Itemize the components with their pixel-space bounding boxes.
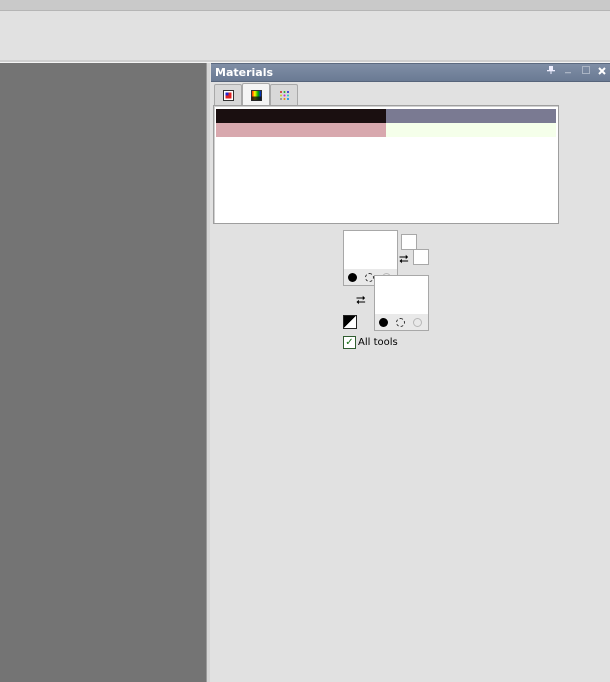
tab-swatches[interactable]: [270, 84, 298, 105]
rainbow-icon: [250, 89, 262, 101]
background-mode-row: [374, 314, 429, 331]
toolbar-area: [0, 11, 610, 60]
swatches-icon: [279, 90, 289, 100]
color-mode-icon[interactable]: [376, 316, 391, 328]
swatch-grid: [216, 109, 556, 137]
frame-icon: [222, 89, 234, 101]
all-tools-option[interactable]: ✓ All tools: [343, 336, 398, 349]
foreground-mini-swatch[interactable]: [401, 234, 417, 250]
recent-colors-panel: [213, 105, 559, 224]
all-tools-checkbox[interactable]: ✓: [343, 336, 356, 349]
palette-title: Materials: [215, 66, 274, 79]
splitter[interactable]: [207, 63, 210, 682]
transparent-mode-icon[interactable]: [410, 316, 425, 328]
swatch[interactable]: [216, 109, 386, 123]
foreground-material[interactable]: [343, 230, 398, 273]
color-mode-icon[interactable]: [345, 271, 360, 283]
tab-rainbow[interactable]: [242, 83, 270, 106]
palette-header[interactable]: Materials: [211, 63, 610, 82]
swatch[interactable]: [386, 109, 556, 123]
swap-colors-icon[interactable]: ⮂: [399, 253, 409, 265]
window-titlebar-strip: [0, 0, 610, 11]
background-material[interactable]: [374, 275, 429, 316]
reset-colors-icon[interactable]: [343, 315, 357, 329]
swatch[interactable]: [386, 123, 556, 137]
materials-palette: Materials ⮂ ⮂ ✓ All tools: [211, 63, 610, 682]
all-tools-label: All tools: [358, 336, 398, 348]
canvas-workspace[interactable]: [0, 63, 207, 682]
minimize-icon[interactable]: [561, 65, 575, 79]
swap-materials-icon[interactable]: ⮂: [356, 294, 366, 306]
pin-icon[interactable]: [544, 65, 558, 79]
maximize-icon[interactable]: [579, 65, 593, 79]
tab-frame[interactable]: [214, 84, 242, 105]
background-mini-swatch[interactable]: [413, 249, 429, 265]
close-icon[interactable]: [595, 65, 609, 79]
pattern-mode-icon[interactable]: [393, 316, 408, 328]
swatch[interactable]: [216, 123, 386, 137]
